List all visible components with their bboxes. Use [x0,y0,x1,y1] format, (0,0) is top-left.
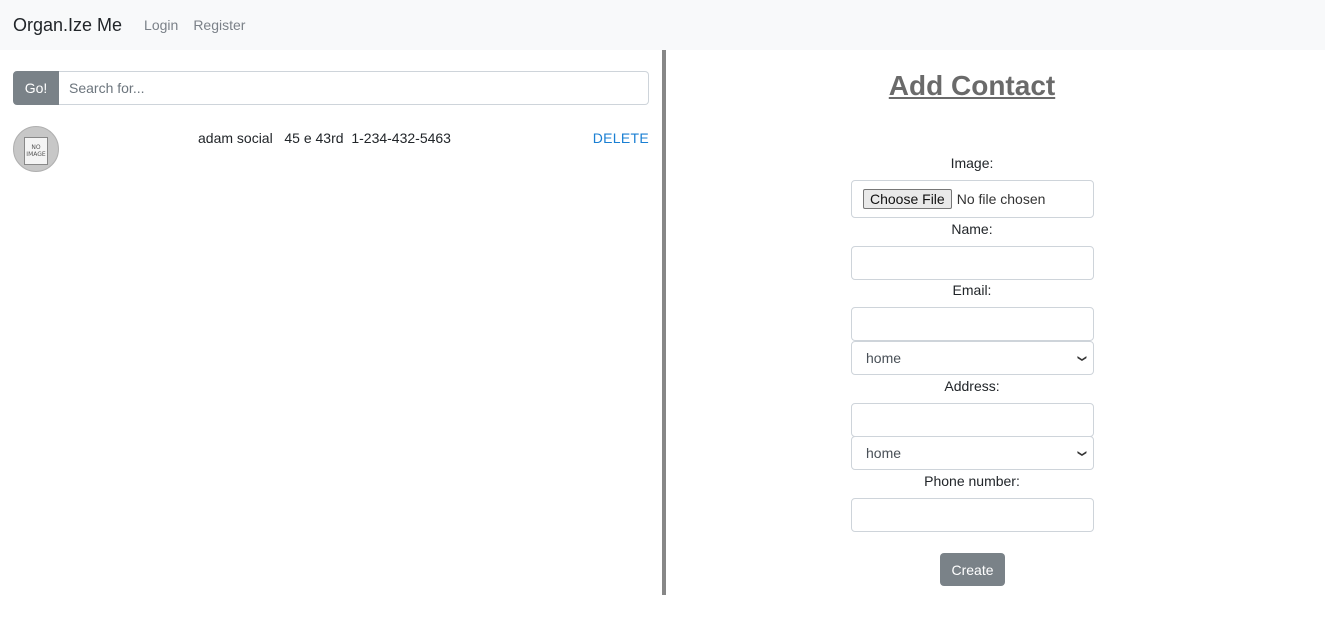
phone-label: Phone number: [924,473,1020,489]
search-group: Go! [13,71,649,105]
create-button[interactable]: Create [940,553,1005,586]
email-label: Email: [952,282,992,298]
phone-input[interactable] [851,498,1094,532]
image-file-input[interactable]: Choose File No file chosen [851,180,1094,218]
contact-phone: 1-234-432-5463 [351,130,451,146]
chevron-down-icon: ❯ [1077,449,1088,457]
name-label: Name: [951,221,993,237]
brand-link[interactable]: Organ.Ize Me [13,15,122,36]
navbar: Organ.Ize Me Login Register [0,0,1325,50]
contact-details: adam social 45 e 43rd 1-234-432-5463 [198,130,451,146]
avatar: NO IMAGE [13,126,59,172]
contact-name: adam social [198,130,273,146]
chevron-down-icon: ❯ [1077,354,1088,362]
address-type-value: home [866,445,902,461]
no-image-icon: NO IMAGE [24,137,48,165]
file-status: No file chosen [956,191,1046,207]
email-input[interactable] [851,307,1094,341]
address-label: Address: [944,378,1000,394]
image-label: Image: [950,155,994,171]
add-contact-form: Add Contact Image: Choose File No file c… [666,50,1325,639]
form-title: Add Contact [888,70,1056,101]
address-input[interactable] [851,403,1094,437]
address-type-select[interactable]: home ❯ [851,436,1094,470]
search-go-button[interactable]: Go! [13,71,59,105]
contact-row: NO IMAGE adam social 45 e 43rd 1-234-432… [13,125,649,173]
register-link[interactable]: Register [193,17,245,33]
email-type-select[interactable]: home ❯ [851,341,1094,375]
choose-file-button[interactable]: Choose File [863,189,952,209]
search-input[interactable] [59,71,649,105]
name-input[interactable] [851,246,1094,280]
email-type-value: home [866,350,902,366]
delete-contact-link[interactable]: DELETE [593,130,649,146]
contacts-pane: Go! NO IMAGE adam social 45 e 43rd 1-234… [0,50,662,595]
contact-address: 45 e 43rd [284,130,344,146]
login-link[interactable]: Login [144,17,178,33]
